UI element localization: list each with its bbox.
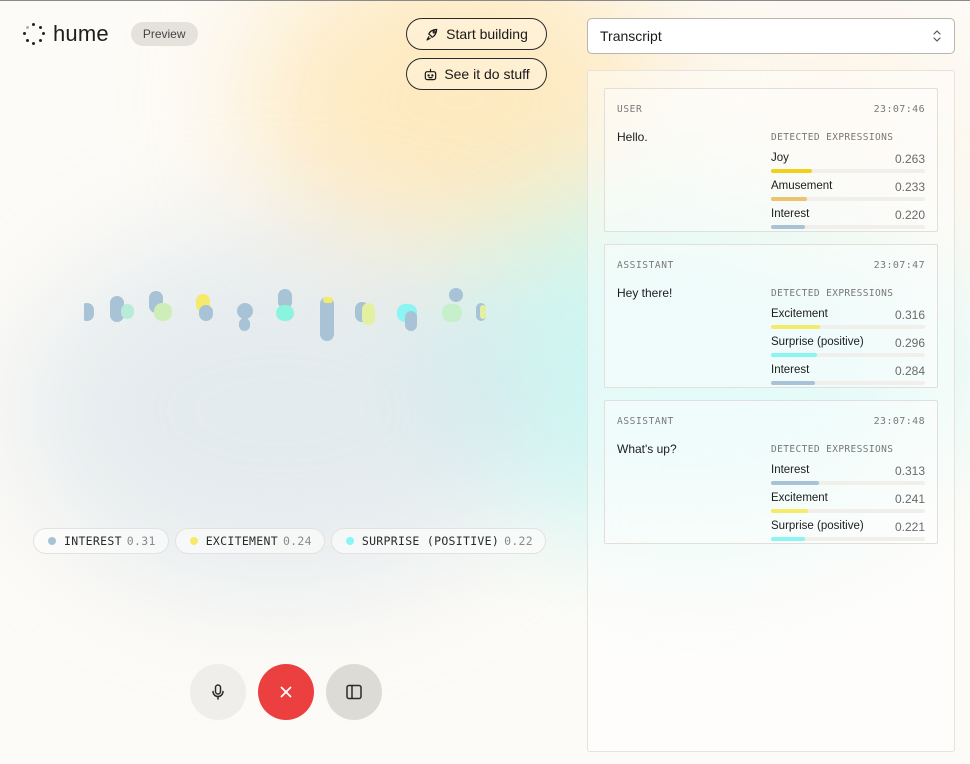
color-dot: [48, 537, 56, 545]
view-select[interactable]: Transcript: [587, 18, 955, 54]
mic-button[interactable]: [190, 664, 246, 720]
expression-name: Amusement: [771, 180, 833, 192]
expressions-title: DETECTED EXPRESSIONS: [771, 444, 894, 455]
brand-logo: hume Preview: [23, 21, 198, 47]
expression-name: Joy: [771, 152, 789, 164]
toggle-panel-button[interactable]: [326, 664, 382, 720]
expression-bar: [771, 509, 809, 513]
chip-label: SURPRISE (POSITIVE): [361, 534, 500, 548]
message-time: 23:07:48: [873, 416, 925, 427]
message-text: What's up?: [617, 442, 677, 456]
message-role: USER: [617, 104, 643, 115]
start-building-label: Start building: [446, 26, 528, 42]
expression-name: Interest: [771, 464, 810, 476]
expression-bar: [771, 537, 806, 541]
color-dot: [189, 537, 198, 545]
rocket-icon: [426, 28, 438, 41]
expression-name: Excitement: [771, 492, 828, 504]
chip-label: EXCITEMENT: [205, 534, 278, 548]
expression-value: 0.263: [894, 152, 925, 166]
expression-value: 0.233: [894, 180, 925, 194]
audio-waveform: [84, 283, 489, 343]
expression-row: Excitement 0.241: [771, 488, 925, 516]
top-expressions: INTEREST 0.31 EXCITEMENT 0.24 SURPRISE (…: [33, 528, 547, 554]
sidebar-icon: [346, 684, 362, 700]
expression-row: Surprise (positive) 0.221: [771, 516, 925, 544]
chip-label: INTEREST: [64, 534, 122, 548]
start-building-button[interactable]: Start building: [406, 18, 547, 50]
message-text: Hey there!: [617, 286, 673, 300]
expression-row: Amusement 0.233: [771, 176, 925, 204]
message-role: ASSISTANT: [617, 416, 674, 427]
expression-row: Excitement 0.316: [771, 304, 925, 332]
color-dot: [345, 537, 354, 545]
expression-name: Excitement: [771, 308, 828, 320]
expression-name: Surprise (positive): [771, 520, 864, 532]
expression-value: 0.221: [894, 520, 925, 534]
transcript-message: ASSISTANT 23:07:47 Hey there! DETECTED E…: [604, 244, 938, 388]
chip-value: 0.31: [126, 534, 156, 548]
expression-row: Joy 0.263: [771, 148, 925, 176]
expression-bar: [771, 353, 817, 357]
chip-value: 0.24: [282, 534, 312, 548]
expression-value: 0.296: [894, 336, 925, 350]
message-text: Hello.: [617, 130, 648, 144]
view-select-value: Transcript: [600, 28, 662, 44]
robot-icon: [425, 68, 437, 80]
expression-row: Interest 0.220: [771, 204, 925, 232]
mic-icon: [212, 684, 224, 700]
expression-row: Interest 0.313: [771, 460, 925, 488]
hume-logo-icon: [23, 23, 45, 45]
expression-bar: [771, 169, 812, 173]
expression-value: 0.284: [894, 364, 925, 378]
expression-row: Surprise (positive) 0.296: [771, 332, 925, 360]
transcript-message: USER 23:07:46 Hello. DETECTED EXPRESSION…: [604, 88, 938, 232]
see-it-do-stuff-button[interactable]: See it do stuff: [406, 58, 547, 90]
expression-name: Surprise (positive): [771, 336, 864, 348]
expression-name: Interest: [771, 208, 810, 220]
expression-bar: [771, 225, 805, 229]
expression-chip-surprise-positive: SURPRISE (POSITIVE) 0.22: [330, 528, 547, 554]
message-time: 23:07:46: [873, 104, 925, 115]
brand-name: hume: [53, 21, 109, 46]
message-role: ASSISTANT: [617, 260, 674, 271]
expression-chip-excitement: EXCITEMENT 0.24: [174, 528, 325, 554]
expression-value: 0.316: [894, 308, 925, 322]
expression-bar: [771, 481, 820, 485]
expressions-title: DETECTED EXPRESSIONS: [771, 132, 894, 143]
see-it-do-stuff-label: See it do stuff: [444, 66, 530, 82]
detected-expressions: DETECTED EXPRESSIONS Excitement 0.316 Su…: [771, 288, 925, 388]
expression-value: 0.241: [894, 492, 925, 506]
end-call-button[interactable]: [258, 664, 314, 720]
close-icon: [280, 686, 292, 698]
expression-name: Interest: [771, 364, 810, 376]
chevron-up-down-icon: [933, 30, 941, 42]
transcript-message: ASSISTANT 23:07:48 What's up? DETECTED E…: [604, 400, 938, 544]
expression-chip-interest: INTEREST 0.31: [33, 528, 169, 554]
preview-badge: Preview: [130, 22, 198, 46]
transcript-panel[interactable]: USER 23:07:46 Hello. DETECTED EXPRESSION…: [587, 70, 955, 752]
expression-bar: [771, 325, 820, 329]
chip-value: 0.22: [504, 534, 534, 548]
detected-expressions: DETECTED EXPRESSIONS Joy 0.263 Amusement…: [771, 132, 925, 232]
expression-value: 0.313: [894, 464, 925, 478]
detected-expressions: DETECTED EXPRESSIONS Interest 0.313 Exci…: [771, 444, 925, 544]
expression-row: Interest 0.284: [771, 360, 925, 388]
expressions-title: DETECTED EXPRESSIONS: [771, 288, 894, 299]
expression-bar: [771, 197, 807, 201]
expression-value: 0.220: [894, 208, 925, 222]
expression-bar: [771, 381, 815, 385]
message-time: 23:07:47: [873, 260, 925, 271]
